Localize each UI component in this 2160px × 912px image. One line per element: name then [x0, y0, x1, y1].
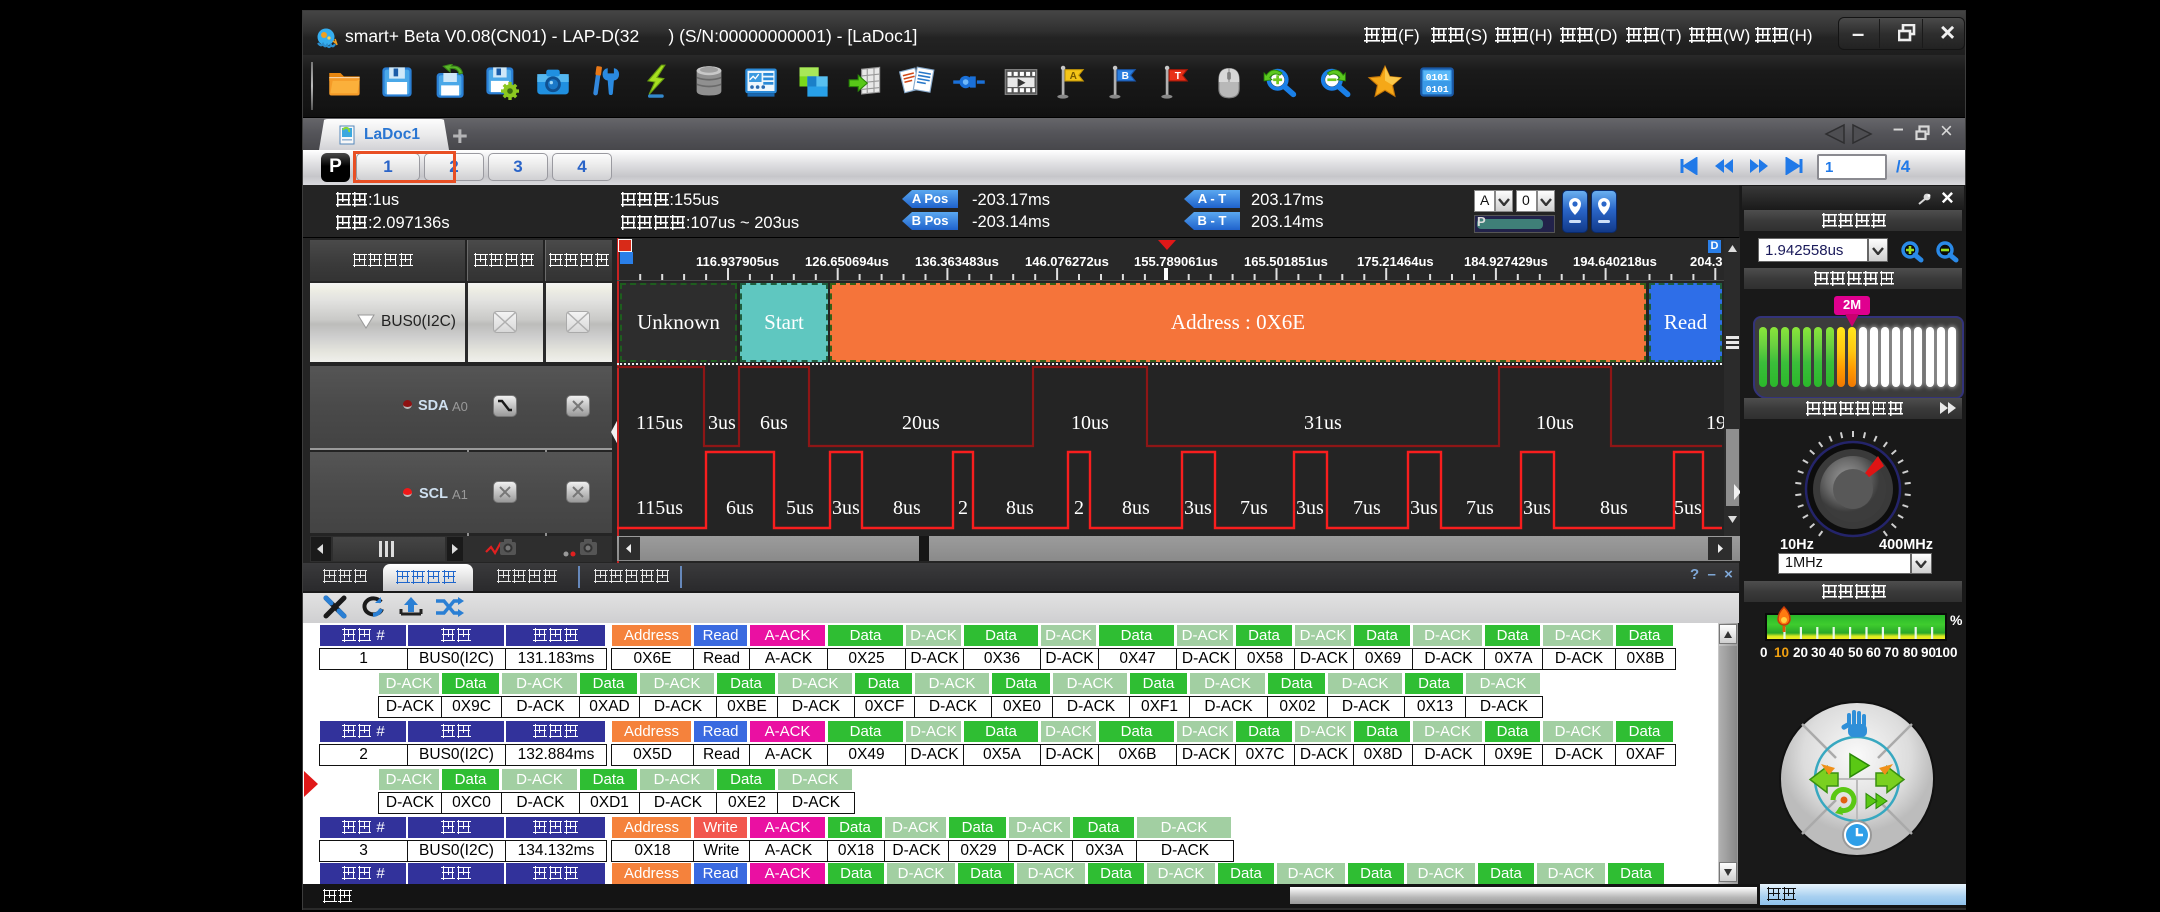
svg-text:T: T [1175, 71, 1182, 82]
svg-text:A: A [1070, 71, 1078, 82]
svg-text:0101: 0101 [1426, 84, 1449, 95]
svg-text:B: B [1122, 71, 1129, 82]
svg-text:0101: 0101 [1426, 72, 1449, 83]
